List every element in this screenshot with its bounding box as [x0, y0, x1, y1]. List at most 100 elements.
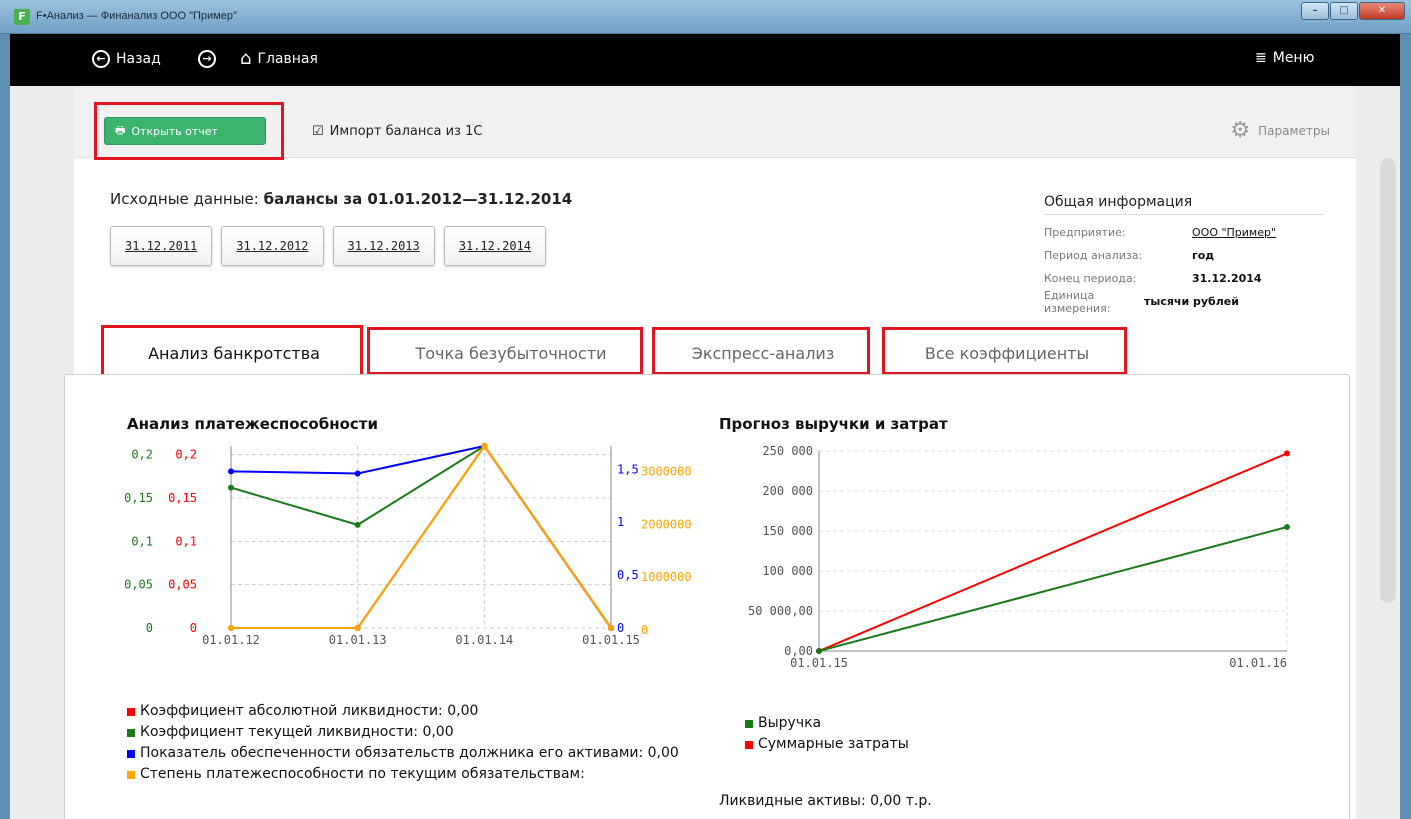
company-link[interactable]: ООО "Пример"	[1192, 226, 1276, 239]
window-title: F•Анализ — Финанализ ООО "Пример"	[36, 10, 237, 22]
highlight-tab	[882, 327, 1127, 375]
info-key: Конец периода:	[1044, 272, 1137, 285]
legend-swatch	[127, 729, 135, 737]
y-tick-label: 100 000	[762, 564, 813, 578]
toolbar: 🖶 Открыть отчет ☑ Импорт баланса из 1С ⚙…	[74, 86, 1356, 160]
legend-item: Показатель обеспеченности обязательств д…	[127, 745, 687, 762]
main-content: 🖶 Открыть отчет ☑ Импорт баланса из 1С ⚙…	[10, 86, 1400, 819]
legend-item: Степень платежеспособности по текущим об…	[127, 766, 687, 783]
top-navbar: ← Назад → ⌂ Главная ≣ Меню	[10, 34, 1400, 86]
highlight-tab	[652, 327, 870, 375]
legend-swatch	[127, 750, 135, 758]
menu-label: Меню	[1272, 50, 1315, 66]
info-key: Период анализа:	[1044, 249, 1143, 262]
window-titlebar: F F•Анализ — Финанализ ООО "Пример" – □ …	[0, 0, 1411, 34]
x-tick-label: 01.01.12	[202, 633, 260, 647]
arrow-left-icon: ←	[92, 50, 110, 68]
balance-date-buttons: 31.12.2011 31.12.2012 31.12.2013 31.12.2…	[110, 226, 546, 266]
x-tick-label: 01.01.15	[790, 656, 848, 670]
data-point	[228, 484, 234, 491]
legend-label: Выручка	[758, 715, 822, 731]
legend-swatch	[745, 720, 753, 728]
highlight-tab	[367, 327, 643, 375]
series-line	[818, 452, 1288, 652]
y-tick-label: 150 000	[762, 524, 813, 538]
y-tick-label: 0,2	[175, 448, 197, 462]
source-label-text: Исходные данные:	[110, 190, 259, 208]
data-point	[816, 648, 822, 654]
forecast-chart: 0,0050 000,00100 000150 000200 000250 00…	[748, 444, 1290, 670]
back-label: Назад	[116, 51, 161, 67]
data-point	[228, 625, 234, 631]
import-1c-button[interactable]: ☑ Импорт баланса из 1С	[312, 124, 482, 139]
legend-label: Суммарные затраты	[758, 736, 909, 752]
chart-title-solvency: Анализ платежеспособности	[127, 415, 378, 433]
info-row: Период анализа: год	[1044, 244, 1324, 267]
highlight-tab	[101, 325, 363, 377]
solvency-chart: 0 0 0,05 0,05 0,1 0,1 0,15 0,15 0,2 0,2 0 0,5 1 1,5 01…	[124, 443, 692, 647]
forward-button[interactable]: →	[198, 50, 216, 68]
y-tick-label: 0	[641, 623, 648, 637]
back-button[interactable]: ← Назад	[92, 50, 161, 68]
x-tick-label: 01.01.16	[1229, 656, 1287, 670]
info-value: тысячи рублей	[1144, 295, 1239, 308]
home-label: Главная	[257, 51, 318, 67]
minimize-button[interactable]: –	[1301, 2, 1329, 20]
info-title: Общая информация	[1044, 194, 1324, 215]
data-point	[1284, 524, 1290, 530]
data-point	[1284, 450, 1290, 457]
hamburger-icon: ≣	[1255, 50, 1267, 66]
house-icon: ⌂	[240, 48, 252, 69]
date-button[interactable]: 31.12.2014	[443, 226, 546, 266]
y-tick-label: 200 000	[762, 484, 813, 498]
menu-button[interactable]: ≣ Меню	[1255, 50, 1314, 66]
maximize-button[interactable]: □	[1330, 2, 1358, 20]
source-data-label: Исходные данные: балансы за 01.01.2012—3…	[110, 190, 572, 208]
highlight-open-report	[94, 102, 284, 160]
legend-label: Показатель обеспеченности обязательств д…	[140, 745, 679, 761]
legend-label: Коэффициент текущей ликвидности: 0,00	[140, 724, 454, 740]
legend-label: Коэффициент абсолютной ликвидности: 0,00	[140, 703, 479, 719]
x-tick-label: 01.01.13	[329, 633, 387, 647]
y-tick-label: 3000000	[641, 465, 692, 479]
y-tick-label: 0	[146, 621, 153, 635]
window-controls: – □ ✕	[1301, 2, 1405, 20]
scrollbar[interactable]	[1380, 158, 1396, 603]
date-button[interactable]: 31.12.2011	[110, 226, 213, 266]
y-tick-label: 1,5	[617, 462, 639, 476]
info-row: Конец периода: 31.12.2014	[1044, 267, 1324, 290]
date-button[interactable]: 31.12.2013	[332, 226, 435, 266]
y-tick-label: 0,15	[168, 491, 197, 505]
legend-solvency: Коэффициент абсолютной ликвидности: 0,00…	[127, 703, 687, 787]
x-tick-label: 01.01.14	[455, 633, 513, 647]
info-row: Предприятие: ООО "Пример"	[1044, 221, 1324, 244]
series-line	[818, 526, 1288, 652]
date-button[interactable]: 31.12.2012	[221, 226, 324, 266]
tab-panel: Анализ платежеспособности 0 0 0,05 0,05 0,1 0…	[64, 374, 1350, 819]
data-point	[228, 468, 234, 475]
y-tick-label: 250 000	[762, 444, 813, 458]
home-button[interactable]: ⌂ Главная	[240, 50, 318, 68]
arrow-right-icon: →	[198, 50, 216, 68]
y-tick-label: 0	[190, 621, 197, 635]
y-tick-label: 2000000	[641, 517, 692, 531]
import-label: Импорт баланса из 1С	[329, 124, 483, 139]
chart-title-forecast: Прогноз выручки и затрат	[719, 415, 948, 433]
y-tick-label: 0,05	[124, 578, 153, 592]
legend-swatch	[127, 708, 135, 716]
data-point	[354, 625, 361, 631]
info-key: Предприятие:	[1044, 226, 1126, 239]
general-info: Общая информация Предприятие: ООО "Приме…	[1044, 194, 1324, 315]
gear-icon: ⚙	[1230, 118, 1251, 143]
info-row: Единица измерения: тысячи рублей	[1044, 288, 1324, 315]
y-tick-label: 0,05	[168, 578, 197, 592]
app-logo-icon: F	[14, 9, 30, 25]
info-value: 31.12.2014	[1192, 272, 1262, 285]
checkbox-icon: ☑	[312, 124, 324, 139]
params-button[interactable]: ⚙ Параметры	[1230, 120, 1330, 142]
data-point	[354, 521, 361, 528]
legend-item: Коэффициент абсолютной ликвидности: 0,00	[127, 703, 687, 720]
info-key: Единица измерения:	[1044, 288, 1111, 315]
close-button[interactable]: ✕	[1359, 2, 1405, 20]
y-tick-label: 1	[617, 515, 624, 529]
